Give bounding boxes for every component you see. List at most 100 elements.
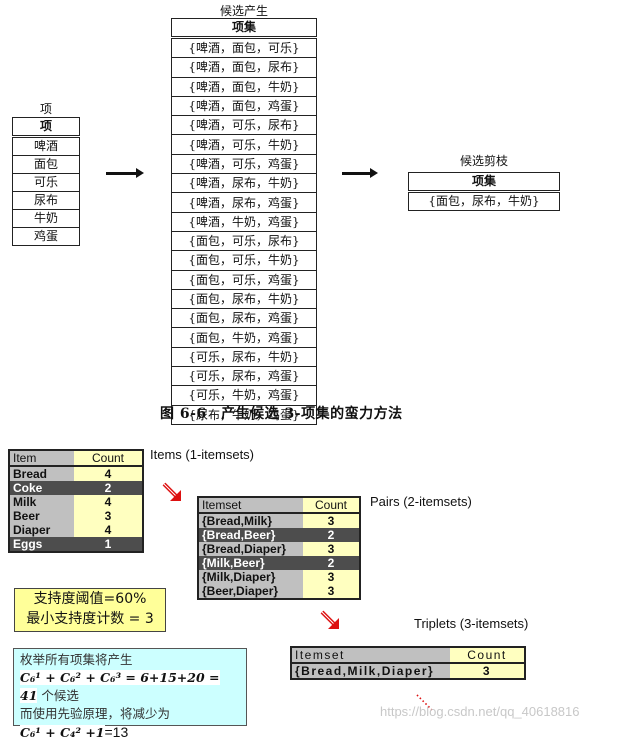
table-row: 啤酒 <box>12 136 80 156</box>
table-row: {Beer,Diaper} 3 <box>198 584 360 599</box>
table-row: {面包，尿布，牛奶} <box>408 191 560 211</box>
itemset-name-cell: {Milk,Beer} <box>198 556 303 570</box>
itemset-cell: {可乐，尿布，鸡蛋} <box>171 366 317 387</box>
table-row: {啤酒，面包，鸡蛋} <box>171 95 317 117</box>
watermark: https://blog.csdn.net/qq_40618816 <box>380 704 580 719</box>
pruned-row: {Milk,Beer} 2 <box>198 556 360 570</box>
itemset-cell: 啤酒 <box>12 136 80 156</box>
itemset-cell: {啤酒，面包，尿布} <box>171 57 317 78</box>
itemset-cell: {啤酒，尿布，牛奶} <box>171 173 317 194</box>
itemset-cell: 牛奶 <box>12 209 80 228</box>
itemset-cell: 鸡蛋 <box>12 227 80 246</box>
count-cell: 2 <box>303 556 360 570</box>
itemset-name-cell: Milk <box>9 495 74 509</box>
itemset-name-cell: Bread <box>9 466 74 481</box>
right-arrow-icon <box>106 168 144 178</box>
table-row: 可乐 <box>12 173 80 192</box>
itemset-cell: {啤酒，面包，牛奶} <box>171 76 317 97</box>
count-cell: 4 <box>74 495 143 509</box>
right-arrow-icon <box>342 168 378 178</box>
count-cell: 3 <box>450 663 525 679</box>
table-row: {Bread,Diaper} 3 <box>198 542 360 556</box>
table-row: {面包，可乐，尿布} <box>171 230 317 252</box>
table-row: {啤酒，牛奶，鸡蛋} <box>171 211 317 232</box>
header-count: Count <box>303 497 360 514</box>
pruned-row: Eggs 1 <box>9 537 143 552</box>
table-row: {Bread,Milk,Diaper} 3 <box>291 663 525 679</box>
itemset-cell: {啤酒，可乐，尿布} <box>171 115 317 136</box>
count-cell: 3 <box>303 513 360 528</box>
apriori-result: =13 <box>104 724 129 740</box>
enum-line-2-suffix: 个候选 <box>37 688 79 703</box>
enum-line-1: 枚举所有项集将产生 <box>20 652 133 667</box>
count-cell: 4 <box>74 466 143 481</box>
items-table-header: 项 <box>12 117 80 138</box>
count-cell: 3 <box>303 584 360 599</box>
itemset-cell: 可乐 <box>12 173 80 192</box>
table-row: {Bread,Milk} 3 <box>198 513 360 528</box>
table-row: {可乐，尿布，牛奶} <box>171 346 317 368</box>
itemset-cell: {啤酒，面包，鸡蛋} <box>171 95 317 117</box>
enumeration-note-box: 枚举所有项集将产生 C₆¹ + C₆² + C₆³ = 6+15+20 = 41… <box>13 648 247 740</box>
table-row: {啤酒，尿布，鸡蛋} <box>171 192 317 213</box>
table-row: Diaper 4 <box>9 523 143 537</box>
items-count-table: Item Count Bread 4 Coke 2 Milk 4 Beer 3 Diaper 4 E… <box>8 449 144 553</box>
itemset-name-cell: {Bread,Milk,Diaper} <box>291 663 450 679</box>
itemset-name-cell: Beer <box>9 509 74 523</box>
pruned-table-header: 项集 <box>408 172 560 193</box>
itemset-cell: {可乐，尿布，牛奶} <box>171 346 317 368</box>
count-cell: 1 <box>74 537 143 552</box>
itemset-cell: {面包，尿布，牛奶} <box>408 191 560 211</box>
itemset-cell: {啤酒，尿布，鸡蛋} <box>171 192 317 213</box>
triplets-label: Triplets (3-itemsets) <box>414 616 529 631</box>
table-row: {啤酒，面包，尿布} <box>171 57 317 78</box>
header-count: Count <box>74 450 143 467</box>
count-cell: 3 <box>303 542 360 556</box>
table-row: {面包，可乐，鸡蛋} <box>171 269 317 290</box>
table-row: {面包，尿布，鸡蛋} <box>171 308 317 329</box>
table-row: {啤酒，面包，可乐} <box>171 36 317 59</box>
itemset-name-cell: Coke <box>9 481 74 495</box>
itemset-cell: {啤酒，可乐，鸡蛋} <box>171 153 317 175</box>
candidates-table: 项集 {啤酒，面包，可乐} {啤酒，面包，尿布} {啤酒，面包，牛奶} {啤酒，面包，… <box>171 18 317 425</box>
pairs-count-table: Itemset Count {Bread,Milk} 3 {Bread,Beer} 2… <box>197 496 361 600</box>
itemset-cell: {啤酒，牛奶，鸡蛋} <box>171 211 317 232</box>
table-row: 面包 <box>12 155 80 174</box>
pruned-row: Coke 2 <box>9 481 143 495</box>
itemset-cell: {啤酒，面包，可乐} <box>171 36 317 59</box>
figure-caption: 图 6-6 产生候选 3-项集的蛮力方法 <box>160 406 403 422</box>
table-row: 鸡蛋 <box>12 227 80 246</box>
itemset-name-cell: {Bread,Milk} <box>198 513 303 528</box>
itemset-name-cell: Eggs <box>9 537 74 552</box>
table-row: {啤酒，可乐，尿布} <box>171 115 317 136</box>
table-row: {啤酒，面包，牛奶} <box>171 76 317 97</box>
candidates-table-header: 项集 <box>171 18 317 39</box>
count-cell: 2 <box>74 481 143 495</box>
header-itemset: Itemset <box>291 647 450 664</box>
table-header-row: Itemset Count <box>198 497 360 514</box>
count-cell: 2 <box>303 528 360 542</box>
pruned-row: {Bread,Beer} 2 <box>198 528 360 542</box>
triplets-count-table: Itemset Count {Bread,Milk,Diaper} 3 <box>290 646 526 680</box>
table-row: {啤酒，可乐，牛奶} <box>171 134 317 155</box>
count-cell: 3 <box>74 509 143 523</box>
table-row: {面包，尿布，牛奶} <box>171 288 317 310</box>
support-threshold-text: 支持度阈值=60% <box>33 591 147 607</box>
table-row: {啤酒，可乐，鸡蛋} <box>171 153 317 175</box>
table-header-row: Itemset Count <box>291 647 525 664</box>
itemset-name-cell: Diaper <box>9 523 74 537</box>
table-row: {Milk,Diaper} 3 <box>198 570 360 584</box>
apriori-formula: C₆¹ + C₄² +1 <box>20 725 105 740</box>
table-row: {啤酒，尿布，牛奶} <box>171 173 317 194</box>
items-table: 项 啤酒 面包 可乐 尿布 牛奶 鸡蛋 <box>12 117 80 246</box>
itemset-name-cell: {Beer,Diaper} <box>198 584 303 599</box>
header-count: Count <box>450 647 525 664</box>
table-row: 牛奶 <box>12 209 80 228</box>
table-row: {面包，可乐，牛奶} <box>171 250 317 271</box>
table-row: Beer 3 <box>9 509 143 523</box>
pruned-table: 项集 {面包，尿布，牛奶} <box>408 172 560 211</box>
items-table-caption: 项 <box>39 102 52 116</box>
count-cell: 4 <box>74 523 143 537</box>
itemset-cell: {面包，可乐，牛奶} <box>171 250 317 271</box>
itemset-name-cell: {Bread,Beer} <box>198 528 303 542</box>
